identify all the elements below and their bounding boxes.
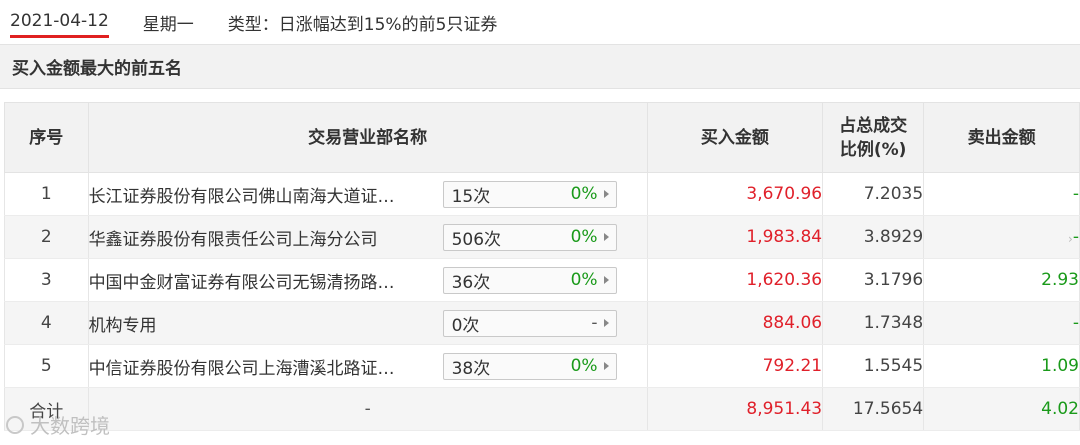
table-header-row: 序号 交易营业部名称 买入金额 占总成交 比例(%) 卖出金额: [4, 102, 1080, 173]
watermark-logo-icon: [6, 415, 24, 434]
ratio-value: 3.1796: [822, 258, 925, 302]
row-seq: 3: [4, 258, 89, 302]
total-ratio: 17.5654: [822, 387, 925, 431]
trade-stats-button[interactable]: 38次 0%: [442, 352, 617, 380]
sell-amount: -: [923, 172, 1080, 216]
trade-count: 36次: [451, 272, 491, 293]
win-rate: 0%: [570, 227, 598, 247]
trade-count: 38次: [451, 358, 491, 379]
section-header: 买入金额最大的前五名: [0, 44, 1080, 89]
buy-amount: 884.06: [647, 301, 824, 345]
chevron-right-icon: [603, 233, 609, 241]
chevron-right-icon: [603, 362, 609, 370]
column-header-ratio-line2: 比例(%): [839, 139, 907, 160]
weekday-label: 星期一: [142, 14, 194, 35]
row-seq: 4: [4, 301, 89, 345]
row-name-cell: 中信证券股份有限公司上海漕溪北路证… 38次 0%: [88, 344, 648, 388]
broker-name-link[interactable]: 机构专用: [89, 311, 433, 336]
total-buy-amount: 8,951.43: [647, 387, 824, 431]
buy-amount: 792.21: [647, 344, 824, 388]
section-title: 买入金额最大的前五名: [12, 59, 182, 79]
win-rate: -: [591, 313, 598, 333]
win-rate: 0%: [570, 184, 598, 204]
chevron-right-icon: [603, 190, 609, 198]
table-row: 5 中信证券股份有限公司上海漕溪北路证… 38次 0% 792.21 1.554…: [4, 344, 1080, 388]
table-row: 4 机构专用 0次 - 884.06 1.7348 -: [4, 301, 1080, 345]
column-header-ratio-line1: 占总成交: [839, 115, 908, 136]
broker-table: 序号 交易营业部名称 买入金额 占总成交 比例(%) 卖出金额 1 长江证券股份…: [4, 102, 1080, 431]
buy-amount: 1,620.36: [647, 258, 824, 302]
table-row: 1 长江证券股份有限公司佛山南海大道证… 15次 0% 3,670.96 7.2…: [4, 172, 1080, 216]
watermark: 大数跨境: [6, 410, 110, 439]
buy-amount: 1,983.84: [647, 215, 824, 259]
scroll-right-icon[interactable]: ›: [1068, 232, 1076, 246]
trade-count: 0次: [451, 315, 480, 336]
total-name: -: [88, 387, 648, 431]
row-name-cell: 中国中金财富证券有限公司无锡清扬路… 36次 0%: [88, 258, 648, 302]
ratio-value: 7.2035: [822, 172, 925, 216]
broker-name-link[interactable]: 中国中金财富证券有限公司无锡清扬路…: [89, 268, 433, 293]
row-seq: 5: [4, 344, 89, 388]
chevron-right-icon: [603, 319, 609, 327]
chevron-right-icon: [603, 276, 609, 284]
trade-stats-button[interactable]: 506次 0%: [442, 223, 617, 251]
ratio-value: 1.7348: [822, 301, 925, 345]
buy-amount: 3,670.96: [647, 172, 824, 216]
total-sell-amount: 4.02: [923, 387, 1080, 431]
row-name-cell: 机构专用 0次 -: [88, 301, 648, 345]
broker-name-link[interactable]: 华鑫证券股份有限责任公司上海分公司: [89, 225, 433, 250]
row-name-cell: 华鑫证券股份有限责任公司上海分公司 506次 0%: [88, 215, 648, 259]
row-seq: 1: [4, 172, 89, 216]
trade-stats-button[interactable]: 15次 0%: [442, 180, 617, 208]
ratio-value: 3.8929: [822, 215, 925, 259]
column-header-sell[interactable]: 卖出金额: [923, 102, 1080, 173]
column-header-buy[interactable]: 买入金额: [647, 102, 824, 173]
sell-amount: 1.09: [923, 344, 1080, 388]
win-rate: 0%: [570, 270, 598, 290]
header-bar: 2021-04-12 星期一 类型：日涨幅达到15%的前5只证券: [0, 0, 1080, 44]
sell-amount: -: [923, 301, 1080, 345]
date-tab[interactable]: 2021-04-12: [10, 11, 109, 38]
table-row: 2 华鑫证券股份有限责任公司上海分公司 506次 0% 1,983.84 3.8…: [4, 215, 1080, 259]
total-row: 合计 - 8,951.43 17.5654 4.02: [4, 387, 1080, 431]
column-header-ratio[interactable]: 占总成交 比例(%): [822, 102, 925, 173]
sell-amount: 2.93: [923, 258, 1080, 302]
table-row: 3 中国中金财富证券有限公司无锡清扬路… 36次 0% 1,620.36 3.1…: [4, 258, 1080, 302]
trade-stats-button[interactable]: 0次 -: [442, 309, 617, 337]
row-seq: 2: [4, 215, 89, 259]
trade-count: 506次: [451, 229, 502, 250]
broker-name-link[interactable]: 长江证券股份有限公司佛山南海大道证…: [89, 182, 433, 207]
watermark-text: 大数跨境: [30, 414, 110, 438]
column-header-name: 交易营业部名称: [88, 102, 648, 173]
sell-amount: -: [923, 215, 1080, 259]
trade-stats-button[interactable]: 36次 0%: [442, 266, 617, 294]
column-header-seq: 序号: [4, 102, 89, 173]
type-label: 类型：日涨幅达到15%的前5只证券: [227, 14, 498, 35]
ratio-value: 1.5545: [822, 344, 925, 388]
trade-count: 15次: [451, 186, 491, 207]
row-name-cell: 长江证券股份有限公司佛山南海大道证… 15次 0%: [88, 172, 648, 216]
broker-name-link[interactable]: 中信证券股份有限公司上海漕溪北路证…: [89, 354, 433, 379]
win-rate: 0%: [570, 356, 598, 376]
